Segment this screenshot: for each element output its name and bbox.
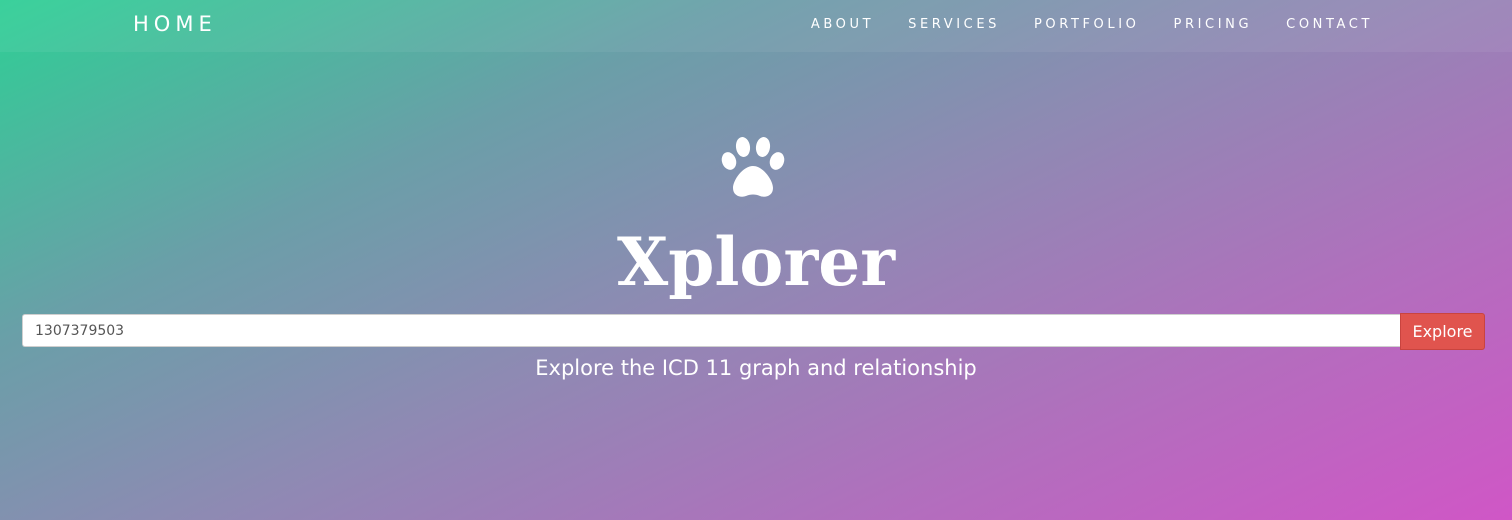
nav-portfolio-link[interactable]: PORTFOLIO: [1000, 17, 1140, 32]
home-link[interactable]: HOME: [133, 12, 217, 36]
app-title: Xplorer: [617, 223, 895, 301]
nav-pricing-link[interactable]: PRICING: [1140, 17, 1253, 32]
top-navbar: HOME ABOUT SERVICES PORTFOLIO PRICING CO…: [0, 0, 1512, 52]
paw-icon: [721, 137, 785, 197]
search-input[interactable]: [22, 314, 1400, 347]
hero-subtitle: Explore the ICD 11 graph and relationshi…: [535, 356, 977, 380]
nav-services-link[interactable]: SERVICES: [874, 17, 1000, 32]
nav-menu: ABOUT SERVICES PORTFOLIO PRICING CONTACT: [777, 17, 1373, 32]
explore-button[interactable]: Explore: [1400, 313, 1485, 350]
search-bar: Explore: [22, 313, 1485, 350]
nav-about-link[interactable]: ABOUT: [777, 17, 874, 32]
nav-contact-link[interactable]: CONTACT: [1252, 17, 1373, 32]
